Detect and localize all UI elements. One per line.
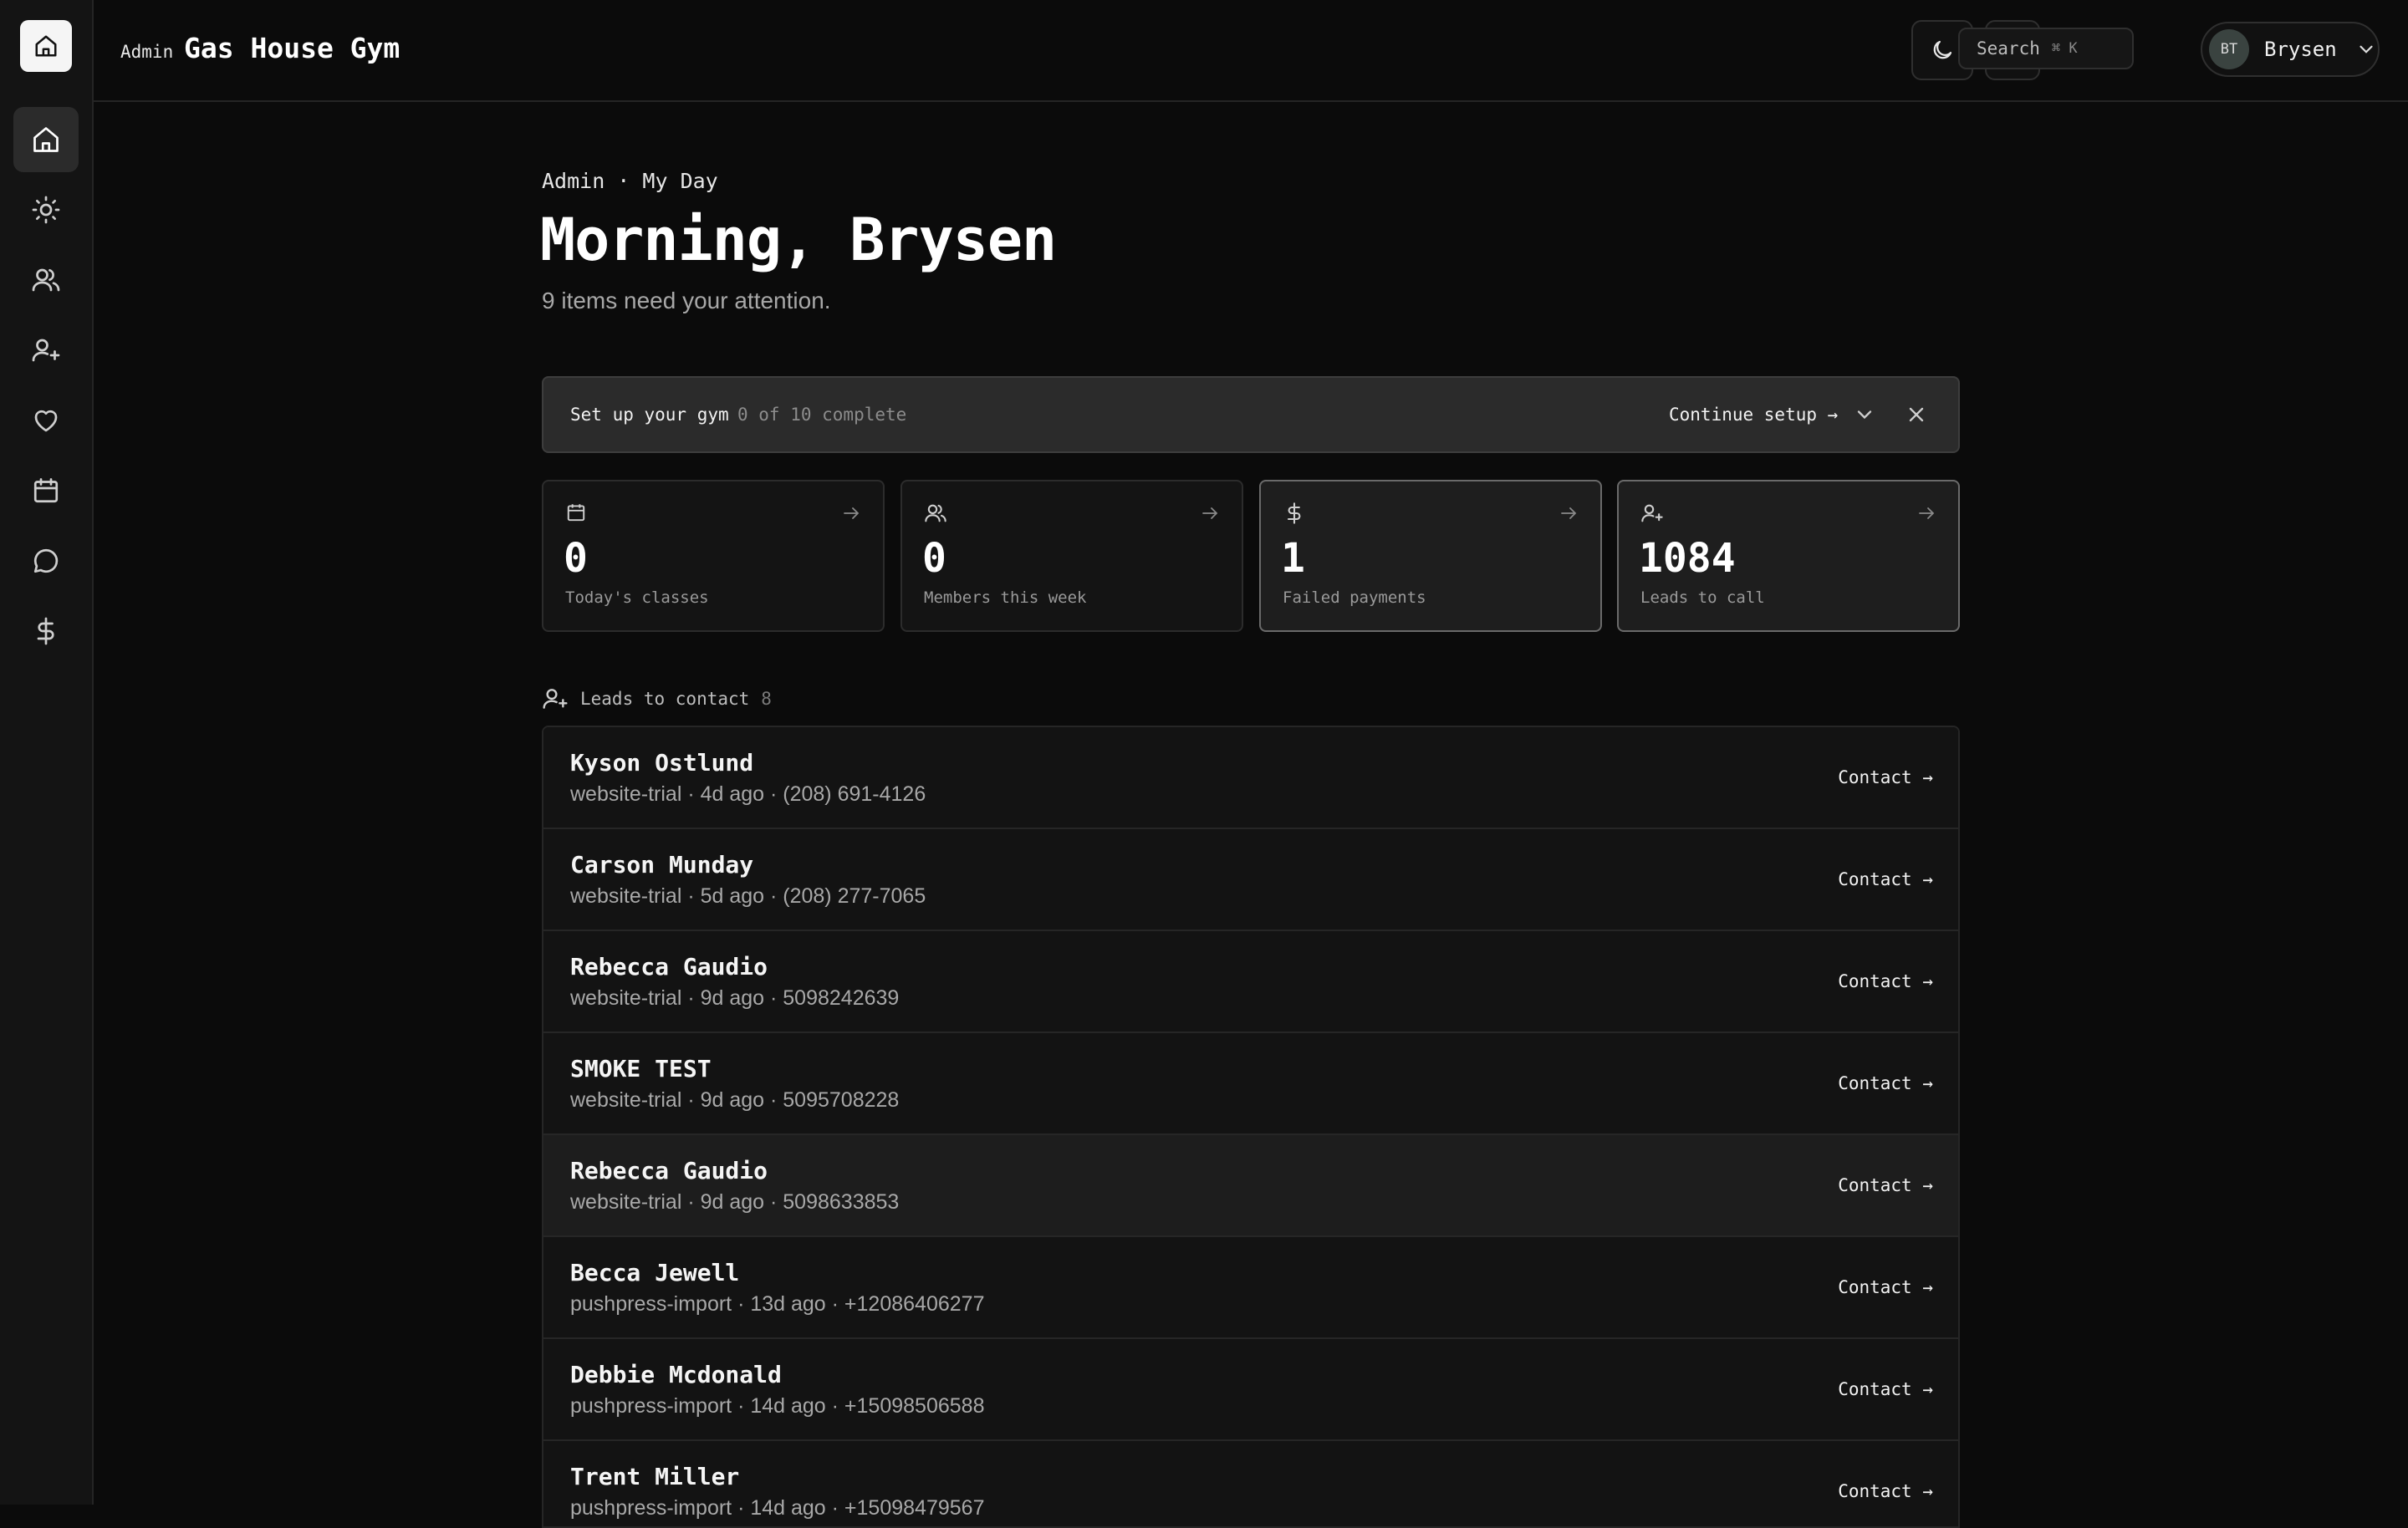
top-bar: Admin Gas House Gym Search ⌘ K BT Brysen — [94, 0, 2408, 102]
sidebar-item-messages[interactable] — [13, 528, 79, 593]
stat-value: 0 — [922, 535, 946, 582]
stat-label: Today's classes — [565, 588, 709, 607]
stat-card-failed-payments[interactable]: 1 Failed payments — [1259, 480, 1602, 632]
stat-label: Leads to call — [1640, 588, 1765, 607]
lead-meta: website-trial · 4d ago · (208) 691-4126 — [570, 782, 926, 806]
section-title: Leads to contact — [580, 689, 750, 709]
sidebar-item-members[interactable] — [13, 247, 79, 313]
setup-progress: 0 of 10 complete — [737, 405, 907, 425]
page-title: Morning, Brysen — [540, 206, 1057, 274]
section-count: 8 — [761, 689, 772, 709]
lead-name: Trent Miller — [570, 1463, 740, 1490]
page-subtitle: 9 items need your attention. — [542, 288, 831, 313]
lead-name: SMOKE TEST — [570, 1055, 712, 1082]
continue-setup-link[interactable]: Continue setup → — [1669, 405, 1838, 425]
arrow-right-icon — [844, 507, 860, 519]
search-shortcut: ⌘ K — [2051, 40, 2078, 57]
lead-meta: pushpress-import · 14d ago · +1509847956… — [570, 1496, 985, 1520]
gym-name: Gas House Gym — [184, 32, 400, 64]
contact-button[interactable]: Contact → — [1838, 971, 1933, 991]
stat-value: 1 — [1281, 535, 1305, 582]
home-icon — [33, 127, 59, 152]
sidebar-item-schedule[interactable] — [13, 458, 79, 523]
user-plus-icon — [1641, 504, 1663, 522]
lead-meta: website-trial · 9d ago · 5098633853 — [570, 1190, 900, 1214]
list-item[interactable]: SMOKE TEST website-trial · 9d ago · 5095… — [543, 1033, 1958, 1135]
user-plus-icon — [543, 689, 568, 709]
user-name: Brysen — [2264, 38, 2337, 61]
contact-button[interactable]: Contact → — [1838, 1175, 1933, 1195]
stat-label: Members this week — [924, 588, 1087, 607]
sidebar-item-home[interactable] — [13, 107, 79, 172]
stat-card-leads-to-call[interactable]: 1084 Leads to call — [1617, 480, 1960, 632]
sun-icon — [32, 196, 60, 224]
lead-name: Carson Munday — [570, 851, 754, 879]
list-item[interactable]: Carson Munday website-trial · 5d ago · (… — [543, 829, 1958, 931]
avatar: BT — [2209, 29, 2249, 69]
header-crumb: Admin — [120, 42, 174, 62]
stat-value: 1084 — [1639, 535, 1736, 582]
lead-meta: pushpress-import · 13d ago · +1208640627… — [570, 1292, 985, 1316]
setup-title: Set up your gym — [570, 405, 729, 425]
dollar-icon — [37, 617, 54, 645]
sidebar-item-leads[interactable] — [13, 318, 79, 383]
lead-name: Kyson Ostlund — [570, 749, 754, 777]
arrow-right-icon — [1202, 507, 1218, 519]
contact-button[interactable]: Contact → — [1838, 767, 1933, 787]
users-icon — [32, 268, 60, 292]
sidebar — [0, 0, 94, 1505]
user-menu-button[interactable]: BT Brysen — [2201, 22, 2380, 77]
leads-list: Kyson Ostlund website-trial · 4d ago · (… — [542, 726, 1960, 1528]
calendar-icon — [567, 504, 585, 522]
user-plus-icon — [32, 339, 60, 362]
home-icon — [35, 35, 57, 57]
setup-banner: Set up your gym 0 of 10 complete Continu… — [542, 376, 1960, 453]
lead-meta: website-trial · 5d ago · (208) 277-7065 — [570, 884, 926, 908]
stat-card-members-this-week[interactable]: 0 Members this week — [900, 480, 1243, 632]
contact-button[interactable]: Contact → — [1838, 1073, 1933, 1093]
search-button[interactable]: Search ⌘ K — [1958, 28, 2134, 69]
lead-name: Rebecca Gaudio — [570, 953, 768, 980]
page-eyebrow: Admin · My Day — [542, 169, 718, 193]
lead-meta: pushpress-import · 14d ago · +1509850658… — [570, 1394, 985, 1418]
arrow-right-icon — [1919, 507, 1935, 519]
home-logo-button[interactable] — [20, 20, 72, 72]
heart-icon — [34, 410, 58, 432]
contact-button[interactable]: Contact → — [1838, 1481, 1933, 1501]
contact-button[interactable]: Contact → — [1838, 1379, 1933, 1399]
list-item[interactable]: Trent Miller pushpress-import · 14d ago … — [543, 1441, 1958, 1526]
contact-button[interactable]: Contact → — [1838, 869, 1933, 889]
stat-value: 0 — [564, 535, 588, 582]
dollar-icon — [1287, 502, 1301, 524]
stat-label: Failed payments — [1283, 588, 1426, 607]
list-item[interactable]: Kyson Ostlund website-trial · 4d ago · (… — [543, 727, 1958, 829]
list-item[interactable]: Debbie Mcdonald pushpress-import · 14d a… — [543, 1339, 1958, 1441]
lead-name: Debbie Mcdonald — [570, 1361, 782, 1388]
search-label: Search — [1977, 38, 2040, 59]
arrow-right-icon — [1561, 507, 1577, 519]
lead-name: Rebecca Gaudio — [570, 1157, 768, 1184]
calendar-icon — [33, 478, 59, 503]
chevron-down-icon — [2360, 45, 2373, 53]
close-icon[interactable] — [1905, 403, 1928, 426]
leads-section-header: Leads to contact 8 — [542, 685, 772, 712]
chevron-down-icon[interactable] — [1853, 403, 1876, 426]
sidebar-item-billing[interactable] — [13, 598, 79, 664]
sidebar-item-my-day[interactable] — [13, 177, 79, 242]
lead-name: Becca Jewell — [570, 1259, 740, 1286]
sidebar-item-retention[interactable] — [13, 388, 79, 453]
chat-icon — [33, 548, 59, 573]
list-item[interactable]: Rebecca Gaudio website-trial · 9d ago · … — [543, 931, 1958, 1033]
moon-icon — [1933, 40, 1952, 59]
stat-card-todays-classes[interactable]: 0 Today's classes — [542, 480, 885, 632]
list-item[interactable]: Rebecca Gaudio website-trial · 9d ago · … — [543, 1135, 1958, 1237]
contact-button[interactable]: Contact → — [1838, 1277, 1933, 1297]
list-item[interactable]: Becca Jewell pushpress-import · 13d ago … — [543, 1237, 1958, 1339]
lead-meta: website-trial · 9d ago · 5098242639 — [570, 986, 900, 1010]
lead-meta: website-trial · 9d ago · 5095708228 — [570, 1088, 900, 1112]
users-icon — [925, 504, 946, 522]
